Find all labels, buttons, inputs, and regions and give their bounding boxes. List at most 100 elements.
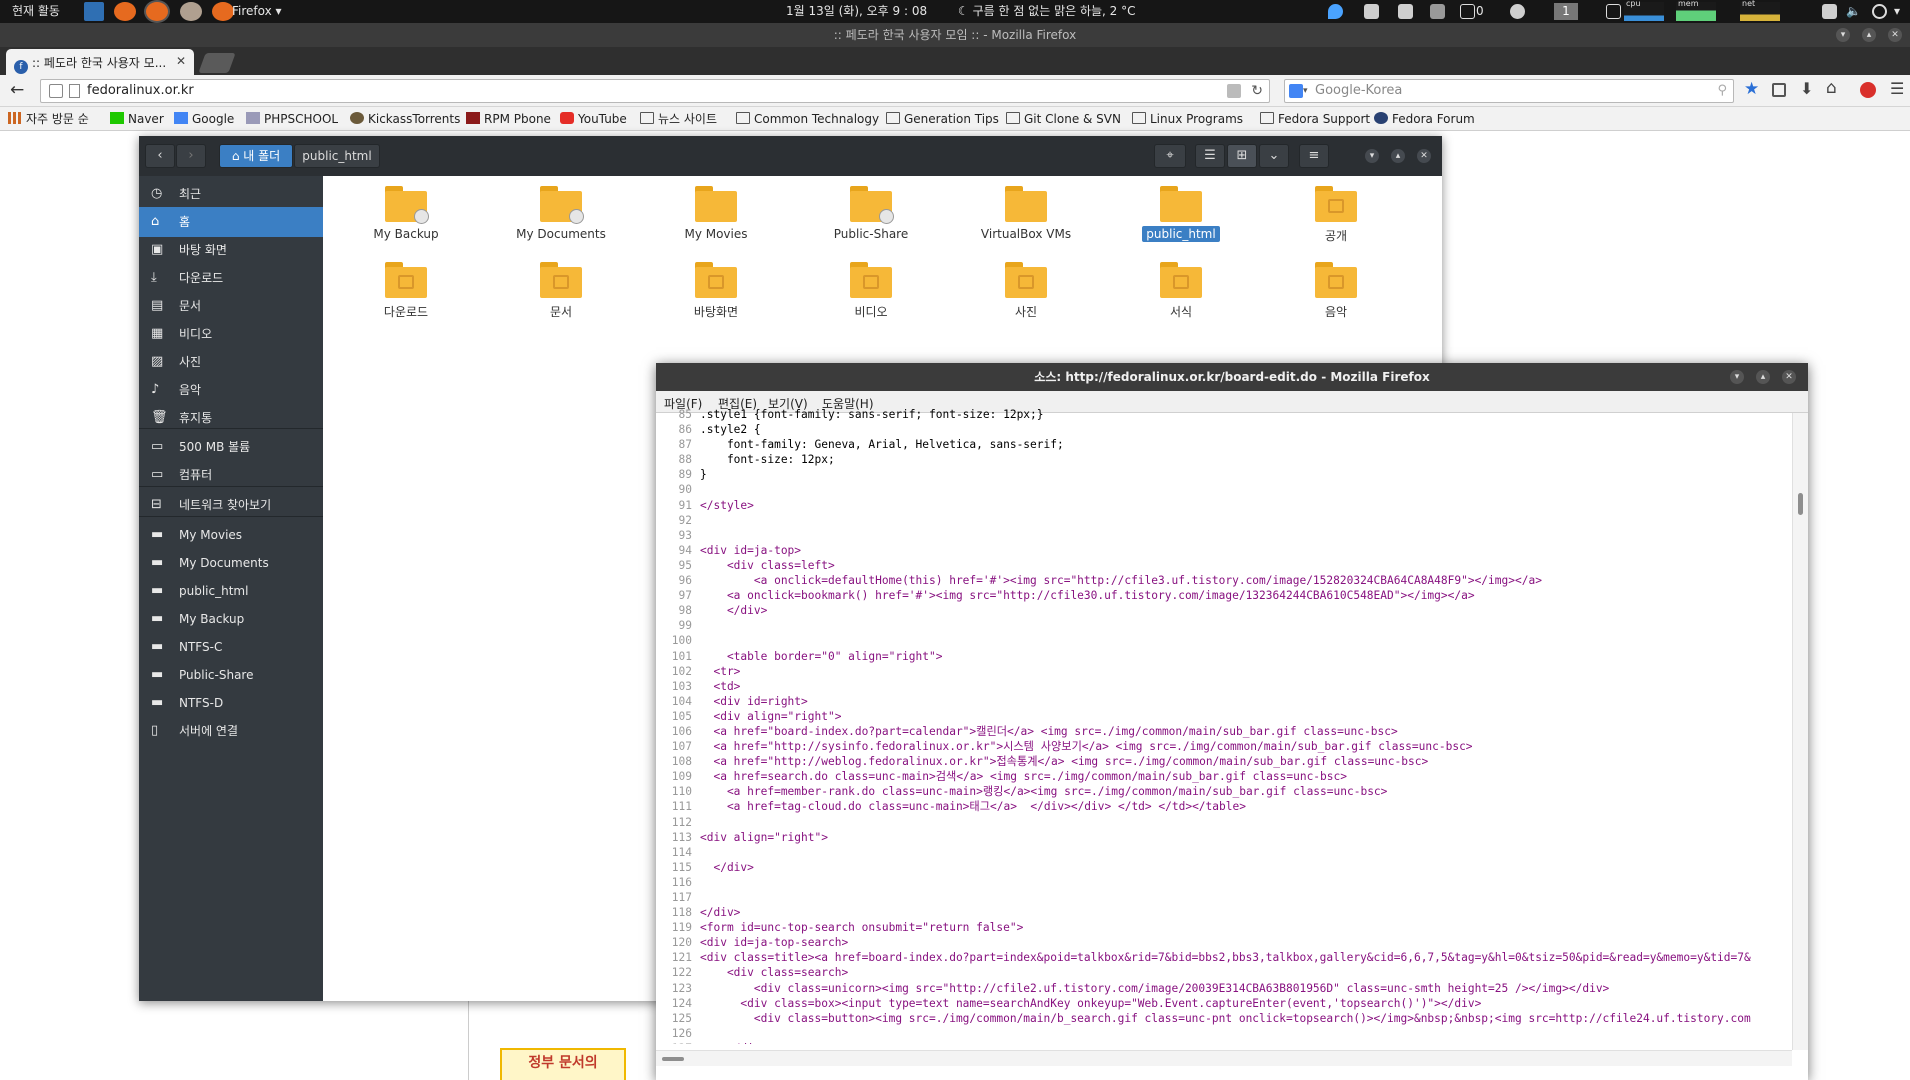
menu-icon[interactable]: ☰ [1890, 79, 1904, 98]
bookmark-folder-news[interactable]: 뉴스 사이트 [640, 111, 717, 127]
search-icon[interactable]: ⚲ [1717, 80, 1727, 102]
clipboard-icon[interactable] [1398, 4, 1413, 19]
view-options-button[interactable]: ⌄ [1259, 144, 1289, 168]
tab-close-icon[interactable]: ✕ [176, 54, 186, 68]
bookmark-folder-linux-programs[interactable]: Linux Programs [1132, 111, 1243, 127]
scrollbar-thumb[interactable] [662, 1057, 684, 1061]
weather-indicator[interactable]: ☾ 구름 한 점 없는 맑은 하늘, 2 °C [958, 0, 1136, 23]
file-item[interactable]: 음악 [1276, 252, 1396, 321]
vertical-scrollbar[interactable] [1792, 413, 1808, 1050]
user-status-icon[interactable] [1510, 4, 1525, 19]
file-item[interactable]: My Backup [346, 176, 466, 242]
firefox-launcher-active-icon[interactable] [146, 2, 168, 21]
sidebar-item[interactable]: ⌂ 홈 [139, 207, 323, 237]
breadcrumb-home[interactable]: ⌂ 내 폴더 [219, 144, 293, 168]
sidebar-item[interactable]: ▣ 바탕 화면 [139, 235, 323, 265]
file-item[interactable]: VirtualBox VMs [966, 176, 1086, 242]
sidebar-item[interactable]: ▬ Public-Share [139, 660, 323, 690]
google-search-engine-icon[interactable] [1289, 84, 1303, 98]
bookmark-google[interactable]: Google [174, 111, 234, 127]
monitor-icon[interactable] [1460, 4, 1475, 19]
bookmark-rpm-pbone[interactable]: RPM Pbone [466, 111, 551, 127]
sidebar-item[interactable]: ▨ 사진 [139, 347, 323, 377]
volume-icon[interactable]: 🔈 [1846, 4, 1861, 19]
horizontal-scrollbar[interactable] [656, 1050, 1792, 1066]
list-view-button[interactable]: ☰ [1195, 144, 1225, 168]
file-item[interactable]: My Movies [656, 176, 776, 242]
sidebar-item[interactable]: ⤓ 다운로드 [139, 263, 323, 293]
sidebar-item[interactable]: ◷ 최근 [139, 179, 323, 209]
maximize-icon[interactable]: ▴ [1756, 370, 1770, 384]
scrollbar-thumb[interactable] [1798, 493, 1803, 515]
sidebar-item[interactable]: ▭ 500 MB 볼륨 [139, 432, 323, 462]
bookmark-folder-common-tech[interactable]: Common Technalogy [736, 111, 879, 127]
maximize-icon[interactable]: ▴ [1391, 149, 1405, 163]
mem-graph[interactable]: mem [1676, 0, 1716, 21]
bookmark-folder-fedora-support[interactable]: Fedora Support [1260, 111, 1370, 127]
power-icon[interactable] [1872, 4, 1887, 19]
page-info-icon[interactable] [49, 84, 63, 98]
sidebar-item[interactable]: ▬ My Documents [139, 548, 323, 578]
workspace-indicator[interactable]: 1 [1554, 3, 1578, 20]
system-monitor-icon[interactable] [1606, 4, 1621, 19]
search-bar[interactable]: ▾ Google-Korea ⚲ [1284, 79, 1734, 103]
activities-button[interactable]: 현재 활동 [12, 0, 60, 23]
back-button[interactable]: ‹ [145, 144, 175, 168]
sidebar-item[interactable]: ▤ 문서 [139, 291, 323, 321]
sidebar-item[interactable]: ▬ NTFS-C [139, 632, 323, 662]
new-tab-button[interactable] [198, 53, 236, 73]
adblock-icon[interactable] [1860, 82, 1876, 98]
clock[interactable]: 1월 13일 (화), 오후 9 : 08 [786, 0, 927, 23]
file-item[interactable]: 서식 [1121, 252, 1241, 321]
sidebar-item[interactable]: ▬ NTFS-D [139, 688, 323, 718]
file-item[interactable]: Public-Share [811, 176, 931, 242]
menu-button[interactable]: ≡ [1299, 144, 1329, 168]
breadcrumb-current[interactable]: public_html [294, 144, 380, 168]
display-icon[interactable] [1822, 4, 1837, 19]
close-icon[interactable]: ✕ [1782, 370, 1796, 384]
chat-icon[interactable] [1364, 4, 1379, 19]
bookmark-star-icon[interactable]: ★ [1744, 79, 1759, 99]
cpu-graph[interactable]: cpu [1624, 0, 1664, 21]
url-bar[interactable]: fedoralinux.or.kr ↻ [40, 79, 1270, 103]
firefox-launcher-icon[interactable] [114, 2, 136, 21]
power-menu-chevron-icon[interactable]: ▾ [1894, 0, 1900, 23]
bookmark-folder-generation-tips[interactable]: Generation Tips [886, 111, 999, 127]
back-arrow-icon[interactable]: ← [10, 80, 24, 100]
close-icon[interactable]: ✕ [1888, 28, 1902, 42]
reload-icon[interactable]: ↻ [1251, 80, 1263, 102]
downloads-icon[interactable]: ⬇ [1800, 79, 1813, 98]
file-item[interactable]: My Documents [501, 176, 621, 242]
minimize-icon[interactable]: ▾ [1365, 149, 1379, 163]
sidebar-item[interactable]: ▬ public_html [139, 576, 323, 606]
app-menu[interactable]: Firefox ▾ [232, 0, 282, 23]
source-code-view[interactable]: 85 .style1 {font-family: sans-serif; font… [656, 407, 1792, 1044]
file-item[interactable]: public_html [1121, 176, 1241, 242]
forward-button[interactable]: › [176, 144, 206, 168]
bookmark-folder-git-svn[interactable]: Git Clone & SVN [1006, 111, 1121, 127]
close-icon[interactable]: ✕ [1417, 149, 1431, 163]
file-item[interactable]: 비디오 [811, 252, 931, 321]
sidebar-item[interactable]: ▬ My Movies [139, 520, 323, 550]
bookmark-kickass[interactable]: KickassTorrents [350, 111, 460, 127]
download-tray-icon[interactable] [1430, 4, 1445, 19]
minimize-icon[interactable]: ▾ [1730, 370, 1744, 384]
file-item[interactable]: 다운로드 [346, 252, 466, 321]
minimize-icon[interactable]: ▾ [1836, 28, 1850, 42]
file-item[interactable]: 바탕화면 [656, 252, 776, 321]
url-dropdown-icon[interactable] [1227, 84, 1241, 98]
file-item[interactable]: 공개 [1276, 176, 1396, 245]
file-item[interactable]: 사진 [966, 252, 1086, 321]
maximize-icon[interactable]: ▴ [1862, 28, 1876, 42]
bookmark-naver[interactable]: Naver [110, 111, 164, 127]
bookmarks-menu-icon[interactable] [1772, 83, 1786, 97]
drop-icon[interactable] [1328, 4, 1343, 19]
file-item[interactable]: 문서 [501, 252, 621, 321]
bookmark-youtube[interactable]: YouTube [560, 111, 627, 127]
sidebar-item[interactable]: ▯ 서버에 연결 [139, 716, 323, 746]
browser-tab[interactable]: f:: 페도라 한국 사용자 모... ✕ [6, 49, 194, 75]
location-button[interactable]: ⌖ [1154, 144, 1186, 168]
bookmark-most-visited[interactable]: 자주 방문 순 [8, 111, 89, 127]
show-desktop-icon[interactable] [84, 2, 104, 21]
grid-view-button[interactable]: ⊞ [1227, 144, 1257, 168]
